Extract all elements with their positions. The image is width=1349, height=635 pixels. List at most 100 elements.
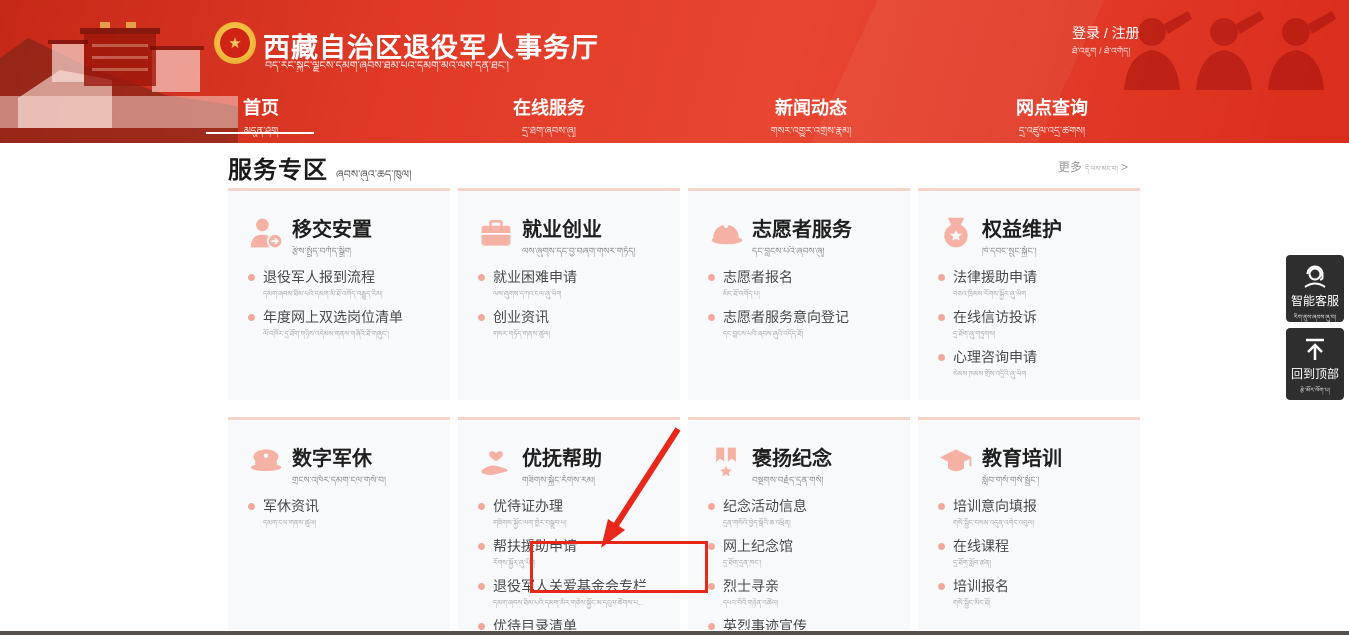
nav-tab-home[interactable]: 首页 མདུན་ཤོག xyxy=(243,94,279,137)
service-link-label: 优待目录清单 xyxy=(493,618,577,630)
bullet-dot xyxy=(708,543,715,550)
service-link-tibetan: དང་བླངས་པའི་ཞབས་ཞུའི་འདོད་ཐོ། xyxy=(723,329,891,340)
service-link-tibetan: དམག་ཞབས་ཐིམ་པའི་དམག་མིར་གཅེས་སྐྱོང་མ་དངུ… xyxy=(493,598,661,609)
bullet-dot xyxy=(248,274,255,281)
service-link-assistance-application[interactable]: 帮扶援助申请 རོགས་སྐྱོར་ཞུ་ཡིག xyxy=(478,538,668,569)
nav-tab-online-services[interactable]: 在线服务 དྲ་ཐོག་ཞབས་ཞུ། xyxy=(513,94,585,137)
bullet-dot xyxy=(938,503,945,510)
service-link-tibetan: དྲན་གསོའི་བྱེད་སྒོའི་ཆ་འཕྲིན། xyxy=(723,518,891,529)
back-to-top-label: 回到顶部 xyxy=(1288,365,1342,382)
service-link-label: 纪念活动信息 xyxy=(723,498,807,514)
arrow-up-to-line-icon xyxy=(1302,337,1328,361)
card-education-training: 教育培训 སློབ་གསོ་གསོ་སྦྱོང་། 培训意向填报 གསོ་སྦྱ… xyxy=(918,417,1140,630)
bullet-dot xyxy=(708,623,715,630)
service-link-tibetan: ལོ་འཁོར་དྲ་ཐོག་གཉིས་འདེམས་གནས་གཞིའི་ཐོ་ག… xyxy=(263,329,431,340)
service-link-tibetan: བཅའ་ཁྲིམས་རོགས་སྐྱོར་ཞུ་ཡིག xyxy=(953,289,1121,300)
card-transfer-placement: 移交安置 རྩིས་སྤྲོད་བཀོད་སྒྲིག 退役军人报到流程 དམག་… xyxy=(228,188,450,400)
service-link-online-memorial-hall[interactable]: 网上纪念馆 དྲ་ཐོག་དྲན་ཁང་། xyxy=(708,538,898,569)
card-title-tibetan: གྲངས་འཁོར་དམག་ངལ་གསོ་བ། xyxy=(292,475,386,486)
service-link-label: 烈士寻亲 xyxy=(723,578,779,594)
volunteer-cap-icon xyxy=(708,215,744,251)
login-register[interactable]: 登录 / 注册 ཐོ་འཇུག / ཐོ་འགོད། xyxy=(1072,23,1140,57)
service-link-training-signup[interactable]: 培训报名 གསོ་སྦྱོང་མིང་ཐོ། xyxy=(938,578,1128,609)
nav-tab-branch-query[interactable]: 网点查询 དྲ་འཛུལ་འདྲི་ཚོགས། xyxy=(1016,94,1088,137)
card-title-tibetan: སློབ་གསོ་གསོ་སྦྱོང་། xyxy=(982,475,1062,486)
service-link-tibetan: དྲ་ཐོག་སློབ་ཚན། xyxy=(953,558,1121,569)
service-link-training-intent[interactable]: 培训意向填报 གསོ་སྦྱོང་བསམ་འདུན་འགེང་འབུལ། xyxy=(938,498,1128,529)
bullet-dot xyxy=(248,314,255,321)
more-link[interactable]: 更多 དེ་ལས་མང་བ། > xyxy=(1058,158,1148,175)
card-title: 志愿者服务 xyxy=(752,213,852,242)
service-link-label: 志愿者报名 xyxy=(723,269,793,285)
service-link-tibetan: ལས་ཞུགས་དཀའ་ངལ་ཞུ་ཡིག xyxy=(493,289,661,300)
service-link-tibetan: སེམས་ཁམས་གྲོས་འདྲིའི་ཞུ་ཡིག xyxy=(953,369,1121,380)
emblem-star-icon: ★ xyxy=(220,28,250,58)
card-head: 褒扬纪念 བསྔགས་བརྗོད་དྲན་གསོ། xyxy=(708,442,898,486)
bullet-dot xyxy=(478,543,485,550)
service-link-employment-difficulty[interactable]: 就业困难申请 ལས་ཞུགས་དཀའ་ངལ་ཞུ་ཡིག xyxy=(478,269,668,300)
service-link-martyr-family-search[interactable]: 烈士寻亲 དཔའ་བོའི་གཉེན་འཚོལ། xyxy=(708,578,898,609)
smart-customer-service-label: 智能客服 xyxy=(1288,292,1342,309)
service-link-retirement-info[interactable]: 军休资讯 དམག་ངལ་གནས་ཚུལ། xyxy=(248,498,438,529)
service-link-tibetan: རོགས་སྐྱོར་ཞུ་ཡིག xyxy=(493,558,661,569)
card-title: 就业创业 xyxy=(522,213,635,242)
service-link-veteran-care-fund-column[interactable]: 退役军人关爱基金会专栏 དམག་ཞབས་ཐིམ་པའི་དམག་མིར་གཅེས… xyxy=(478,578,668,609)
service-link-annual-job-list[interactable]: 年度网上双选岗位清单 ལོ་འཁོར་དྲ་ཐོག་གཉིས་འདེམས་གནས… xyxy=(248,309,438,340)
graduation-cap-icon xyxy=(938,444,974,480)
service-link-online-petition[interactable]: 在线信访投诉 དྲ་ཐོག་ཞུ་གཏུགས། xyxy=(938,309,1128,340)
service-link-legal-aid[interactable]: 法律援助申请 བཅའ་ཁྲིམས་རོགས་སྐྱོར་ཞུ་ཡིག xyxy=(938,269,1128,300)
card-head: 优抚帮助 གཟིགས་སྐྱོང་རོགས་རམ། xyxy=(478,442,668,486)
smart-customer-service-tibetan: རིག་ནུས་ཞབས་ཞུ་བ། xyxy=(1289,313,1341,324)
bullet-dot xyxy=(938,354,945,361)
national-emblem-logo: ★ xyxy=(214,22,256,64)
nav-tab-tibetan: དྲ་ཐོག་ཞབས་ཞུ། xyxy=(513,126,585,137)
service-link-startup-info[interactable]: 创业资讯 གསར་གཏོད་གནས་ཚུལ། xyxy=(478,309,668,340)
service-link-label: 军休资讯 xyxy=(263,498,319,514)
service-link-veteran-checkin-process[interactable]: 退役军人报到流程 དམག་ཞབས་ཐིམ་པའི་དམག་མི་ཐོ་འགོད་… xyxy=(248,269,438,300)
smart-customer-service-button[interactable]: 智能客服 རིག་ནུས་ཞབས་ཞུ་བ། xyxy=(1286,255,1344,322)
service-link-label: 帮扶援助申请 xyxy=(493,538,577,554)
service-link-preferential-card[interactable]: 优待证办理 གཟིགས་སྐྱོང་ལག་ཁྱེར་བསྒྲུབ་པ། xyxy=(478,498,668,529)
service-link-label: 志愿者服务意向登记 xyxy=(723,309,849,325)
card-title-tibetan: གཟིགས་སྐྱོང་རོགས་རམ། xyxy=(522,475,602,486)
card-title: 褒扬纪念 xyxy=(752,442,832,471)
section-header: 服务专区 ཞབས་ཞུའི་ཆེད་ཁུལ། xyxy=(228,150,412,185)
card-title-tibetan: རྩིས་སྤྲོད་བཀོད་སྒྲིག xyxy=(292,246,372,257)
service-link-volunteer-intent[interactable]: 志愿者服务意向登记 དང་བླངས་པའི་ཞབས་ཞུའི་འདོད་ཐོ། xyxy=(708,309,898,340)
service-link-volunteer-signup[interactable]: 志愿者报名 མིང་ཐོ་འགོད་པ། xyxy=(708,269,898,300)
service-card-grid: 移交安置 རྩིས་སྤྲོད་བཀོད་སྒྲིག 退役军人报到流程 དམག་… xyxy=(228,188,1140,630)
service-link-tibetan: གསོ་སྦྱོང་མིང་ཐོ། xyxy=(953,598,1121,609)
nav-tab-label: 新闻动态 xyxy=(771,94,852,120)
card-title: 移交安置 xyxy=(292,213,372,242)
bullet-dot xyxy=(708,583,715,590)
service-link-tibetan: གཟིགས་སྐྱོང་ལག་ཁྱེར་བསྒྲུབ་པ། xyxy=(493,518,661,529)
service-link-psych-counseling[interactable]: 心理咨询申请 སེམས་ཁམས་གྲོས་འདྲིའི་ཞུ་ཡིག xyxy=(938,349,1128,380)
chevron-right-icon: > xyxy=(1121,160,1128,174)
back-to-top-button[interactable]: 回到顶部 རྩེ་མོར་ལོག་པ། xyxy=(1286,328,1344,400)
service-link-heroic-deeds[interactable]: 英烈事迹宣传 དཔའ་བོའི་བྱས་རྗེས་དྲིལ་བསྒྲགས། xyxy=(708,618,898,630)
card-head: 教育培训 སློབ་གསོ་གསོ་སྦྱོང་། xyxy=(938,442,1128,486)
service-link-label: 优待证办理 xyxy=(493,498,563,514)
service-link-tibetan: དཔའ་བོའི་གཉེན་འཚོལ། xyxy=(723,598,891,609)
service-link-tibetan: མིང་ཐོ་འགོད་པ། xyxy=(723,289,891,300)
service-link-online-courses[interactable]: 在线课程 དྲ་ཐོག་སློབ་ཚན། xyxy=(938,538,1128,569)
nav-tab-news[interactable]: 新闻动态 གསར་འགྱུར་འགྲོས་རྣམ། xyxy=(771,94,852,137)
bullet-dot xyxy=(248,503,255,510)
login-register-label[interactable]: 登录 / 注册 xyxy=(1072,23,1140,43)
bullet-dot xyxy=(478,503,485,510)
service-link-label: 年度网上双选岗位清单 xyxy=(263,309,403,325)
service-link-label: 创业资讯 xyxy=(493,309,549,325)
more-label: 更多 xyxy=(1058,158,1082,175)
service-link-label: 退役军人关爱基金会专栏 xyxy=(493,578,647,594)
bullet-dot xyxy=(478,274,485,281)
card-rights-protection: 权益维护 ཁེ་དབང་སྲུང་སྐྱོང་། 法律援助申请 བཅའ་ཁྲིམ… xyxy=(918,188,1140,400)
service-link-preferential-catalog[interactable]: 优待目录清单 གཟིགས་སྐྱོང་དཀར་ཆག་ཐོ་གཞུང་། xyxy=(478,618,668,630)
military-hat-icon xyxy=(248,444,284,480)
card-head: 移交安置 རྩིས་སྤྲོད་བཀོད་སྒྲིག xyxy=(248,213,438,257)
service-link-memorial-events[interactable]: 纪念活动信息 དྲན་གསོའི་བྱེད་སྒོའི་ཆ་འཕྲིན། xyxy=(708,498,898,529)
login-register-tibetan: ཐོ་འཇུག / ཐོ་འགོད། xyxy=(1072,46,1140,57)
footer-strip xyxy=(0,631,1349,635)
card-title-tibetan: དང་བླངས་པའི་ཞབས་ཞུ། xyxy=(752,246,852,257)
card-title: 权益维护 xyxy=(982,213,1062,242)
back-to-top-tibetan: རྩེ་མོར་ལོག་པ། xyxy=(1289,386,1341,397)
